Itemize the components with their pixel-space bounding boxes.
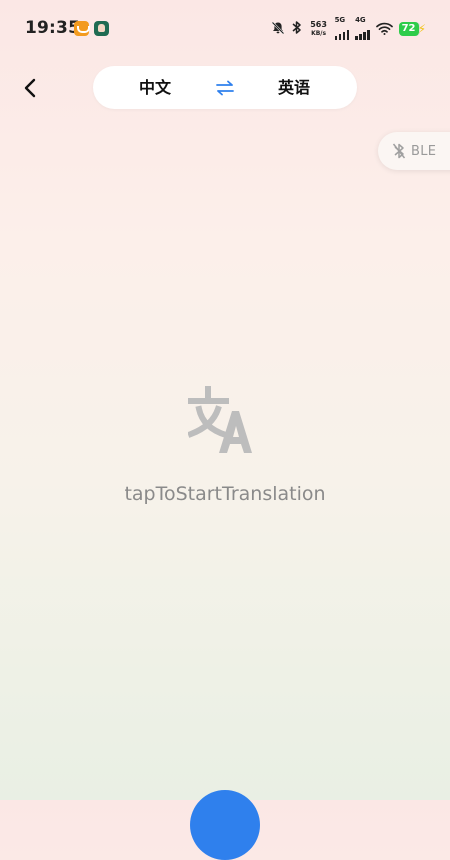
back-button[interactable] <box>14 72 46 104</box>
game-app-icon <box>94 21 109 36</box>
signal-5g-label: 5G <box>334 16 346 24</box>
swap-language-button[interactable] <box>213 77 237 99</box>
source-language[interactable]: 中文 <box>125 66 185 109</box>
ble-label: BLE <box>411 143 437 159</box>
ble-button[interactable]: BLE <box>378 132 450 170</box>
status-bar: 19:35 563 KB/s 5G 4G 72 ⚡ <box>0 0 450 58</box>
signal-4g-label: 4G <box>355 16 366 24</box>
network-speed: 563 KB/s <box>309 19 329 38</box>
swap-arrows-icon <box>216 80 234 96</box>
charging-icon: ⚡ <box>417 22 426 36</box>
status-time: 19:35 <box>25 18 81 38</box>
target-language[interactable]: 英语 <box>264 66 324 109</box>
battery-level: 72 <box>398 22 419 36</box>
network-speed-unit: KB/s <box>311 29 327 37</box>
notification-app-icon <box>74 21 90 36</box>
signal-5g: 5G <box>334 16 350 40</box>
bluetooth-icon <box>291 20 303 39</box>
status-indicators: 563 KB/s 5G 4G 72 ⚡ <box>271 16 426 41</box>
translate-icon <box>188 386 252 453</box>
bluetooth-off-icon <box>392 143 406 159</box>
battery-indicator: 72 ⚡ <box>398 22 426 36</box>
network-speed-value: 563 <box>310 19 327 29</box>
start-translation-button[interactable] <box>190 790 260 860</box>
tap-to-start-text: tapToStartTranslation <box>124 483 326 505</box>
wifi-icon <box>375 20 393 39</box>
chevron-left-icon <box>24 78 36 98</box>
language-switcher: 中文 英语 <box>93 66 357 109</box>
mute-bell-icon <box>271 20 285 39</box>
signal-4g: 4G <box>355 16 370 40</box>
